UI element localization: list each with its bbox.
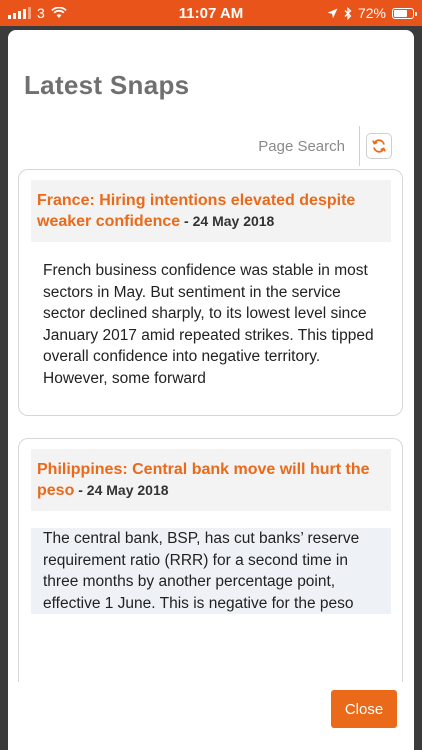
location-arrow-icon (327, 8, 338, 18)
snap-date: - 24 May 2018 (74, 482, 169, 498)
snap-card[interactable]: France: Hiring intentions elevated despi… (18, 169, 403, 416)
carrier-label: 3 (37, 5, 45, 21)
snap-card-header: Philippines: Central bank move will hurt… (31, 449, 391, 511)
modal-title: Latest Snaps (24, 70, 190, 100)
status-right: 72% (327, 5, 417, 21)
close-button[interactable]: Close (331, 690, 397, 728)
status-left: 3 (8, 5, 67, 21)
divider (359, 126, 360, 166)
battery-fill (394, 9, 407, 17)
wifi-icon (51, 7, 67, 18)
bluetooth-icon (344, 6, 352, 20)
snap-date: - 24 May 2018 (180, 213, 275, 229)
battery-icon (392, 7, 417, 19)
status-bar: 3 11:07 AM 72% (0, 0, 422, 26)
latest-snaps-modal: Latest Snaps Page Search France: Hiring … (8, 30, 414, 750)
page-search-label[interactable]: Page Search (258, 138, 359, 155)
battery-percent: 72% (357, 5, 386, 21)
refresh-button[interactable] (366, 133, 392, 159)
snap-body: The central bank, BSP, has cut banks’ re… (31, 528, 391, 614)
refresh-icon (372, 139, 386, 153)
snap-card-header: France: Hiring intentions elevated despi… (31, 180, 391, 242)
snap-body: French business confidence was stable in… (43, 262, 374, 387)
page-search-row: Page Search (258, 126, 392, 166)
modal-footer: Close (8, 682, 414, 750)
signal-icon (8, 7, 31, 19)
